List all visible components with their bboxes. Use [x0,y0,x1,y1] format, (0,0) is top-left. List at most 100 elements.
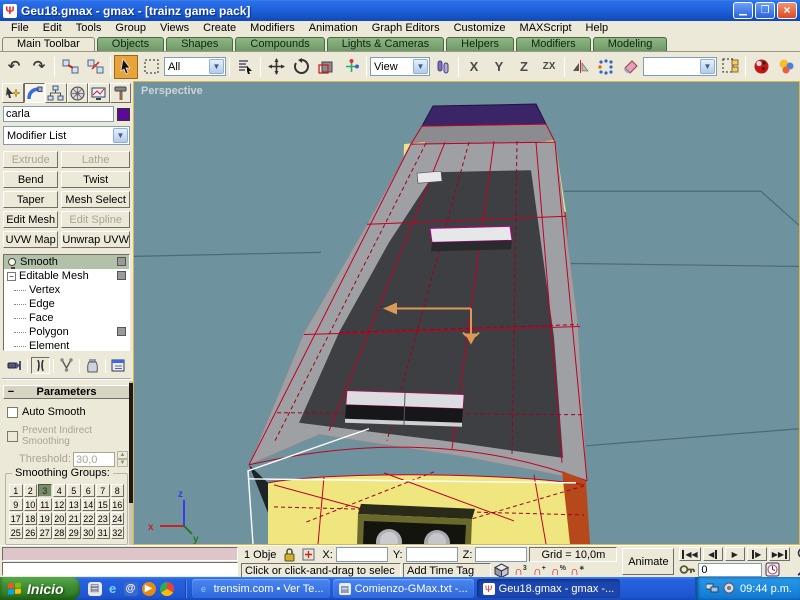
menu-customize[interactable]: Customize [447,21,513,36]
shelf-tab-modeling[interactable]: Modeling [593,37,668,51]
menu-tools[interactable]: Tools [69,21,109,36]
pin-stack-icon[interactable] [5,357,24,374]
align-icon[interactable] [618,55,642,79]
smoothing-group-3[interactable]: 3 [38,484,52,497]
perspective-viewport[interactable]: Perspective [133,81,800,545]
zoom-icon[interactable] [793,547,800,562]
smoothing-group-16[interactable]: 16 [111,498,125,511]
selection-lock-icon[interactable] [281,547,298,562]
shelf-tab-lights-cameras[interactable]: Lights & Cameras [327,37,444,51]
show-end-result-icon[interactable] [31,357,50,374]
smoothing-group-14[interactable]: 14 [82,498,96,511]
edit-mesh-button[interactable]: Edit Mesh [3,211,58,228]
smoothing-group-7[interactable]: 7 [96,484,110,497]
mesh-select-button[interactable]: Mesh Select [61,191,130,208]
quicklaunch-messenger-icon[interactable]: @ [124,582,138,596]
z-coord-field[interactable] [475,547,527,562]
percent-snap-icon[interactable]: ∩+ [531,563,548,578]
y-coord-field[interactable] [406,547,458,562]
restrict-x-button[interactable]: X [462,57,486,77]
twist-button[interactable]: Twist [61,171,130,188]
smoothing-group-8[interactable]: 8 [111,484,125,497]
shelf-tab-modifiers[interactable]: Modifiers [516,37,591,51]
smoothing-group-11[interactable]: 11 [38,498,52,511]
shelf-tab-objects[interactable]: Objects [97,37,164,51]
smoothing-group-24[interactable]: 24 [111,512,125,525]
select-object-icon[interactable] [114,55,138,79]
taskbar-task[interactable]: etrensim.com • Ver Te... [192,579,330,598]
shelf-tab-main-toolbar[interactable]: Main Toolbar [2,37,95,51]
pivot-center-icon[interactable] [431,55,455,79]
quicklaunch-document-icon[interactable]: ▤ [88,582,102,596]
smoothing-group-5[interactable]: 5 [67,484,81,497]
select-and-move-icon[interactable] [264,55,288,79]
macro-recorder-line[interactable] [2,547,238,561]
material-editor-icon[interactable] [749,55,773,79]
restrict-y-button[interactable]: Y [487,57,511,77]
smoothing-group-29[interactable]: 29 [67,526,81,539]
shelf-tab-helpers[interactable]: Helpers [446,37,514,51]
keyboard-override-icon[interactable]: ∩∗ [569,563,586,578]
menu-views[interactable]: Views [153,21,196,36]
select-and-rotate-icon[interactable] [289,55,313,79]
quicklaunch-media-player-icon[interactable]: ▶ [142,582,156,596]
modifier-enable-bulb-icon[interactable] [8,258,16,266]
smoothing-group-31[interactable]: 31 [96,526,110,539]
time-configuration-icon[interactable] [764,562,781,577]
quicklaunch-chrome-icon[interactable] [160,582,174,596]
object-name-field[interactable] [3,106,114,122]
select-and-manipulate-icon[interactable] [339,55,363,79]
array-icon[interactable] [593,55,617,79]
quicklaunch-ie-icon[interactable]: e [106,582,120,596]
menu-modifiers[interactable]: Modifiers [243,21,302,36]
tray-network-icon[interactable] [706,582,719,595]
modifier-list-dropdown[interactable]: Modifier List▼ [3,126,130,145]
goto-end-button[interactable]: ▶▶ [769,547,790,561]
modifier-toggle-square[interactable] [117,327,126,336]
smoothing-group-4[interactable]: 4 [53,484,67,497]
named-selection-dropdown[interactable]: ▼ [643,57,717,76]
smoothing-group-27[interactable]: 27 [38,526,52,539]
menu-create[interactable]: Create [196,21,243,36]
tray-volume-icon[interactable] [723,582,736,595]
remove-modifier-icon[interactable] [83,357,102,374]
spinner-snap-icon[interactable]: ∩% [550,563,567,578]
menu-graph-editors[interactable]: Graph Editors [365,21,447,36]
smoothing-group-1[interactable]: 1 [9,484,23,497]
bend-button[interactable]: Bend [3,171,58,188]
smoothing-group-20[interactable]: 20 [53,512,67,525]
select-and-link-icon[interactable] [58,55,82,79]
smoothing-group-32[interactable]: 32 [111,526,125,539]
menu-help[interactable]: Help [579,21,616,36]
goto-start-button[interactable]: ◀◀ [679,547,700,561]
edit-named-selections-icon[interactable] [718,55,742,79]
smoothing-group-28[interactable]: 28 [53,526,67,539]
hierarchy-tab-icon[interactable] [45,83,67,103]
restrict-z-button[interactable]: Z [512,57,536,77]
restrict-plane-button[interactable]: ZX [537,57,561,77]
taskbar-task[interactable]: ΨGeu18.gmax - gmax -... [477,579,621,598]
smoothing-group-21[interactable]: 21 [67,512,81,525]
utilities-tab-icon[interactable] [110,83,132,103]
menu-maxscript[interactable]: MAXScript [513,21,579,36]
reference-coordsys-dropdown[interactable]: View▼ [370,57,430,76]
close-button[interactable]: × [777,2,797,19]
display-tab-icon[interactable] [88,83,110,103]
configure-modifier-sets-icon[interactable] [109,357,128,374]
title-bar[interactable]: Ψ Geu18.gmax - gmax - [trainz game pack]… [0,0,800,21]
smoothing-group-26[interactable]: 26 [24,526,38,539]
parameters-rollout-header[interactable]: − Parameters [3,385,130,399]
select-and-scale-icon[interactable] [314,55,338,79]
stack-subobject-vertex[interactable]: Vertex [4,283,129,297]
x-coord-field[interactable] [336,547,388,562]
smoothing-group-17[interactable]: 17 [9,512,23,525]
uvw-map-button[interactable]: UVW Map [3,231,58,248]
stack-item-smooth[interactable]: Smooth [4,255,129,269]
menu-edit[interactable]: Edit [36,21,69,36]
render-icon[interactable] [774,55,798,79]
undo-icon[interactable]: ↶ [2,55,26,79]
smoothing-group-25[interactable]: 25 [9,526,23,539]
menu-animation[interactable]: Animation [302,21,365,36]
modifier-toggle-square[interactable] [117,257,126,266]
minimize-button[interactable]: ▁ [733,2,753,19]
